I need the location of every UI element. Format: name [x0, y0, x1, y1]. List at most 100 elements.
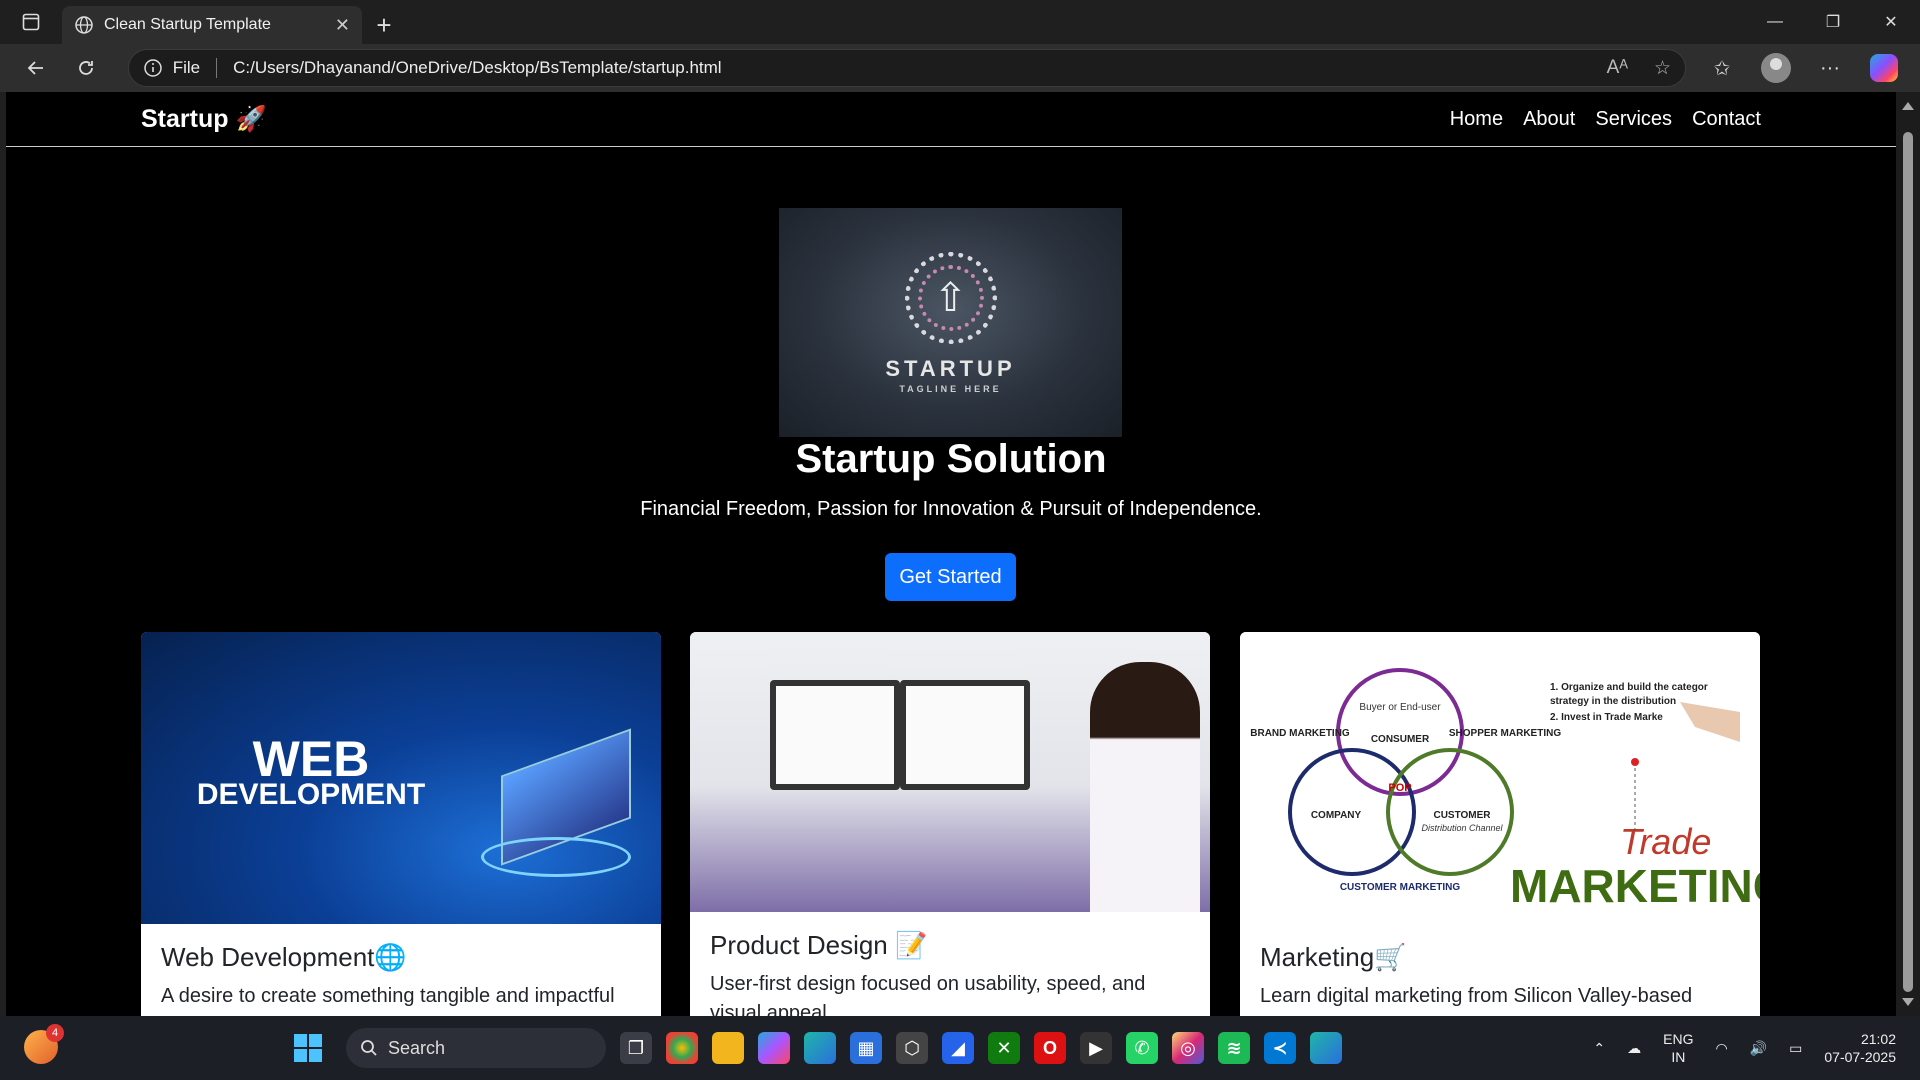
edge-icon[interactable]: [804, 1032, 836, 1064]
scroll-up-icon[interactable]: [1902, 102, 1914, 110]
media-player-icon[interactable]: ▶: [1080, 1032, 1112, 1064]
copilot-app-icon[interactable]: [758, 1032, 790, 1064]
more-menu-button[interactable]: ···: [1808, 50, 1852, 86]
back-button[interactable]: [14, 50, 58, 86]
opera-icon[interactable]: O: [1034, 1032, 1066, 1064]
language-indicator[interactable]: ENG IN: [1663, 1030, 1693, 1066]
lang-bottom: IN: [1671, 1049, 1686, 1065]
toolbar-right: ✩ ···: [1700, 50, 1906, 86]
hero-logo-image: ⇧ STARTUP TAGLINE HERE: [779, 208, 1122, 437]
nav-link-about[interactable]: About: [1523, 108, 1575, 131]
logo-word: STARTUP: [885, 355, 1016, 381]
card-marketing: Buyer or End-user CONSUMER BRAND MARKETI…: [1240, 632, 1760, 1016]
widgets-weather-icon[interactable]: 4: [24, 1024, 64, 1064]
card-title: Product Design 📝: [710, 930, 928, 960]
spotify-icon[interactable]: ≋: [1218, 1032, 1250, 1064]
vscode-icon[interactable]: ≺: [1264, 1032, 1296, 1064]
page-viewport: Startup 🚀 Home About Services Contact ⇧ …: [6, 92, 1896, 1016]
card-product-design: Product Design 📝 User-first design focus…: [690, 632, 1210, 1016]
whatsapp-icon[interactable]: ✆: [1126, 1032, 1158, 1064]
close-tab-icon[interactable]: ✕: [335, 15, 350, 36]
address-bar[interactable]: File C:/Users/Dhayanand/OneDrive/Desktop…: [127, 49, 1687, 87]
venn-brand: BRAND MARKETING: [1250, 728, 1350, 739]
monitor-graphic: [900, 680, 1030, 790]
scroll-down-icon[interactable]: [1902, 998, 1914, 1006]
mkt-list-1b: strategy in the distribution: [1550, 696, 1676, 707]
scheme-label: File: [172, 58, 201, 77]
wifi-icon[interactable]: ◠: [1715, 1040, 1727, 1057]
copilot-button[interactable]: [1862, 50, 1906, 86]
hero-title: Startup Solution: [795, 437, 1107, 481]
task-view-icon[interactable]: ❐: [620, 1032, 652, 1064]
favorites-icon: ✩: [1713, 57, 1731, 80]
windows-start-icon[interactable]: [294, 1034, 322, 1062]
edge-active-icon[interactable]: [1310, 1032, 1342, 1064]
venn-shopper: SHOPPER MARKETING: [1449, 728, 1561, 739]
browser-tab[interactable]: Clean Startup Template ✕: [62, 6, 362, 44]
clock[interactable]: 21:02 07-07-2025: [1824, 1030, 1896, 1066]
site-navbar: Startup 🚀 Home About Services Contact: [6, 92, 1896, 147]
site-brand[interactable]: Startup 🚀: [141, 105, 267, 134]
tab-actions-button[interactable]: [0, 0, 62, 44]
volume-icon[interactable]: 🔊: [1750, 1040, 1767, 1057]
lang-top: ENG: [1663, 1031, 1694, 1047]
restore-icon[interactable]: ❐: [1804, 0, 1862, 44]
close-window-icon[interactable]: ✕: [1862, 0, 1920, 44]
more-icon: ···: [1820, 56, 1840, 79]
venn-company: COMPANY: [1311, 810, 1362, 821]
tab-actions-icon: [22, 13, 40, 31]
card-web-development: WEB DEVELOPMENT Web Development🌐 A desir…: [141, 632, 661, 1016]
product-design-image: [690, 632, 1210, 912]
refresh-icon: [78, 61, 93, 75]
favorites-button[interactable]: ✩: [1700, 50, 1744, 86]
favorite-star-icon[interactable]: ☆: [1654, 57, 1671, 80]
chevron-up-icon[interactable]: ⌃: [1593, 1040, 1605, 1057]
onedrive-icon[interactable]: ☁: [1627, 1040, 1641, 1057]
venn-consumer: CONSUMER: [1371, 734, 1430, 745]
hero-subtitle: Financial Freedom, Passion for Innovatio…: [640, 498, 1262, 520]
taskbar-search[interactable]: Search: [346, 1028, 606, 1068]
store-icon[interactable]: ▦: [850, 1032, 882, 1064]
system-tray: ⌃ ☁ ENG IN ◠ 🔊 ▭ 21:02 07-07-2025: [1593, 1024, 1896, 1072]
mkt-list-1: 1. Organize and build the categor: [1550, 682, 1708, 693]
taskbar-apps: Search ❐ ▦ ⬡ ◢ ✕ O ▶ ✆ ◎ ≋ ≺: [294, 1026, 1342, 1070]
venn-customer: CUSTOMER: [1433, 810, 1491, 821]
globe-icon: [75, 16, 93, 34]
instagram-icon[interactable]: ◎: [1172, 1032, 1204, 1064]
monitor-graphic: [770, 680, 900, 790]
nav-link-services[interactable]: Services: [1595, 108, 1672, 131]
marketing-venn-diagram: Buyer or End-user CONSUMER BRAND MARKETI…: [1250, 668, 1760, 912]
venn-pop: POP: [1388, 782, 1411, 794]
mkt-list-2: 2. Invest in Trade Marke: [1550, 712, 1663, 723]
get-started-button[interactable]: Get Started: [885, 553, 1016, 601]
battery-icon[interactable]: ▭: [1789, 1040, 1802, 1057]
minimize-icon[interactable]: ―: [1746, 0, 1804, 44]
page-scrollbar[interactable]: [1896, 92, 1920, 1016]
nav-link-contact[interactable]: Contact: [1692, 108, 1761, 131]
venn-buyer: Buyer or End-user: [1359, 702, 1441, 713]
file-explorer-icon[interactable]: [712, 1032, 744, 1064]
read-aloud-icon[interactable]: Aᴬ: [1607, 57, 1628, 80]
new-tab-button[interactable]: +: [362, 6, 406, 44]
nav-link-home[interactable]: Home: [1450, 108, 1503, 131]
url-text[interactable]: C:/Users/Dhayanand/OneDrive/Desktop/BsTe…: [233, 58, 1597, 78]
chrome-icon[interactable]: [666, 1032, 698, 1064]
browser-tab-bar: Clean Startup Template ✕ + ― ❐ ✕: [0, 0, 1920, 44]
app-blue-icon[interactable]: ◢: [942, 1032, 974, 1064]
card-description: User-first design focused on usability, …: [710, 973, 1146, 1016]
scrollbar-thumb[interactable]: [1903, 132, 1913, 992]
search-placeholder: Search: [388, 1037, 446, 1058]
search-icon: [361, 1040, 377, 1056]
site-nav: Home About Services Contact: [1450, 108, 1761, 131]
window-controls: ― ❐ ✕: [1746, 0, 1920, 44]
windows-taskbar: 4 Search ❐ ▦ ⬡ ◢ ✕ O ▶ ✆ ◎ ≋ ≺ ⌃ ☁ ENG I…: [0, 1016, 1920, 1080]
copilot-icon: [1870, 54, 1899, 82]
logo-tagline: TAGLINE HERE: [899, 383, 1002, 394]
clock-date: 07-07-2025: [1824, 1049, 1896, 1065]
xbox-icon[interactable]: ✕: [988, 1032, 1020, 1064]
app-hexagon-icon[interactable]: ⬡: [896, 1032, 928, 1064]
refresh-button[interactable]: [64, 50, 108, 86]
notification-badge: 4: [46, 1024, 64, 1042]
info-icon[interactable]: [143, 58, 163, 78]
profile-button[interactable]: [1754, 50, 1798, 86]
